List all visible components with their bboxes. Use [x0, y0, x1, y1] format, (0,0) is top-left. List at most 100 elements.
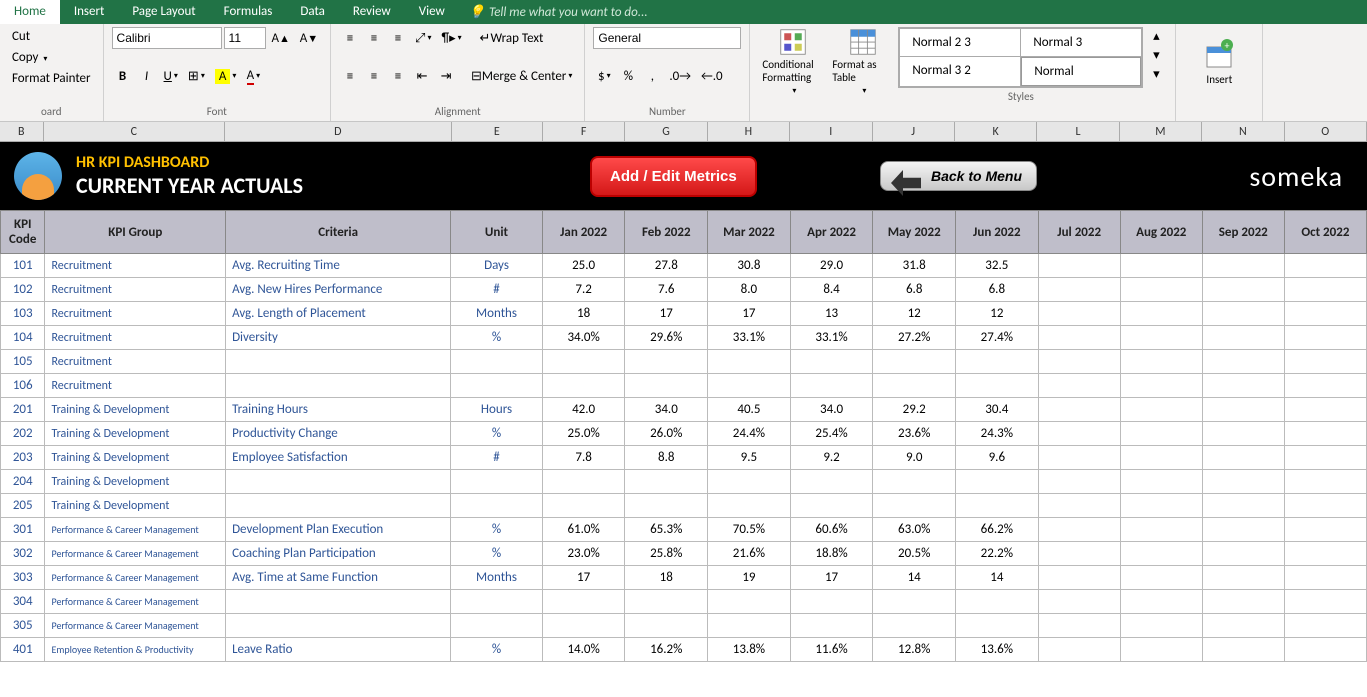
cell[interactable]: 13.8%	[708, 638, 791, 662]
cell[interactable]	[226, 374, 451, 398]
border-button[interactable]: ⊞▾	[184, 65, 209, 87]
cell[interactable]: 29.6%	[625, 326, 708, 350]
format-as-table-button[interactable]: Format as Table▾	[828, 27, 898, 97]
cell[interactable]	[1284, 278, 1366, 302]
cell[interactable]: 7.8	[542, 446, 625, 470]
dec-decimal-button[interactable]: ←.0	[697, 65, 727, 87]
cell[interactable]: Hours	[451, 398, 543, 422]
cell[interactable]	[451, 350, 543, 374]
cell[interactable]	[1120, 422, 1202, 446]
cell[interactable]	[873, 350, 956, 374]
cell[interactable]: 18.8%	[790, 542, 873, 566]
cell[interactable]: 29.2	[873, 398, 956, 422]
cell[interactable]: 6.8	[873, 278, 956, 302]
cell[interactable]: 401	[1, 638, 45, 662]
cell[interactable]: Recruitment	[45, 254, 226, 278]
cell[interactable]: Recruitment	[45, 302, 226, 326]
cell[interactable]: 8.4	[790, 278, 873, 302]
cell[interactable]	[1202, 398, 1284, 422]
cell[interactable]: Months	[451, 302, 543, 326]
percent-button[interactable]: %	[617, 65, 639, 87]
cell[interactable]	[1202, 566, 1284, 590]
cell[interactable]	[873, 374, 956, 398]
cell[interactable]: 204	[1, 470, 45, 494]
cell[interactable]	[1120, 302, 1202, 326]
cell[interactable]	[1284, 422, 1366, 446]
cell[interactable]: 30.8	[708, 254, 791, 278]
cell[interactable]: 13.6%	[956, 638, 1039, 662]
cell[interactable]	[542, 470, 625, 494]
tell-me[interactable]: 💡Tell me what you want to do...	[459, 0, 658, 24]
tab-home[interactable]: Home	[0, 0, 60, 24]
cell[interactable]	[1120, 350, 1202, 374]
cell[interactable]	[1038, 590, 1120, 614]
cell[interactable]	[226, 494, 451, 518]
cell[interactable]: 302	[1, 542, 45, 566]
cell[interactable]: 27.4%	[956, 326, 1039, 350]
cell[interactable]: 303	[1, 566, 45, 590]
styles-down-button[interactable]: ▾	[1145, 46, 1167, 64]
shrink-font-button[interactable]: A▼	[296, 27, 322, 49]
cell[interactable]	[226, 614, 451, 638]
cell[interactable]	[625, 350, 708, 374]
cell[interactable]: 202	[1, 422, 45, 446]
cell[interactable]: 104	[1, 326, 45, 350]
cell[interactable]: Training & Development	[45, 398, 226, 422]
cell[interactable]	[1284, 614, 1366, 638]
cell[interactable]	[708, 350, 791, 374]
cell[interactable]	[873, 494, 956, 518]
cell[interactable]: Avg. Time at Same Function	[226, 566, 451, 590]
cell[interactable]: 203	[1, 446, 45, 470]
tab-page-layout[interactable]: Page Layout	[118, 0, 209, 24]
cell-styles-gallery[interactable]: Normal 2 3 Normal 3 Normal 3 2 Normal	[898, 27, 1143, 88]
cell[interactable]: 14	[873, 566, 956, 590]
font-size-select[interactable]	[224, 27, 266, 49]
cell[interactable]: 14.0%	[542, 638, 625, 662]
cell[interactable]	[1202, 278, 1284, 302]
cell[interactable]: 26.0%	[625, 422, 708, 446]
cell[interactable]	[790, 374, 873, 398]
cell[interactable]: #	[451, 446, 543, 470]
cell[interactable]: Employee Satisfaction	[226, 446, 451, 470]
styles-more-button[interactable]: ▾	[1145, 65, 1167, 83]
cell[interactable]: 14	[956, 566, 1039, 590]
back-to-menu-button[interactable]: Back to Menu	[880, 161, 1037, 191]
cell[interactable]	[1202, 470, 1284, 494]
col-header-E[interactable]: E	[452, 122, 543, 141]
cell[interactable]: 8.0	[708, 278, 791, 302]
cell[interactable]: %	[451, 326, 543, 350]
cell[interactable]: 11.6%	[790, 638, 873, 662]
cell[interactable]	[1202, 494, 1284, 518]
cell[interactable]: %	[451, 638, 543, 662]
align-left-button[interactable]: ≡	[339, 65, 361, 87]
cell[interactable]	[1120, 542, 1202, 566]
cell[interactable]: 23.0%	[542, 542, 625, 566]
cell[interactable]: #	[451, 278, 543, 302]
cell[interactable]	[708, 374, 791, 398]
cell[interactable]	[708, 590, 791, 614]
fill-color-button[interactable]: A▾	[211, 65, 241, 87]
cell[interactable]	[708, 614, 791, 638]
cell[interactable]: 17	[542, 566, 625, 590]
cell[interactable]	[1038, 302, 1120, 326]
cell[interactable]: Performance & Career Management	[45, 542, 226, 566]
cell[interactable]: 305	[1, 614, 45, 638]
cell[interactable]	[451, 614, 543, 638]
cell[interactable]: Development Plan Execution	[226, 518, 451, 542]
tab-review[interactable]: Review	[339, 0, 405, 24]
cell[interactable]	[542, 494, 625, 518]
cell[interactable]	[1038, 614, 1120, 638]
align-center-button[interactable]: ≡	[363, 65, 385, 87]
cell[interactable]	[542, 350, 625, 374]
cell[interactable]	[1284, 542, 1366, 566]
col-header-O[interactable]: O	[1285, 122, 1367, 141]
cell[interactable]: 34.0%	[542, 326, 625, 350]
cell[interactable]	[790, 590, 873, 614]
cell[interactable]: 21.6%	[708, 542, 791, 566]
italic-button[interactable]: I	[136, 65, 158, 87]
cell[interactable]: 101	[1, 254, 45, 278]
cell[interactable]: 18	[625, 566, 708, 590]
cell[interactable]	[625, 590, 708, 614]
style-normal-2-3[interactable]: Normal 2 3	[900, 29, 1020, 56]
cell[interactable]	[625, 614, 708, 638]
